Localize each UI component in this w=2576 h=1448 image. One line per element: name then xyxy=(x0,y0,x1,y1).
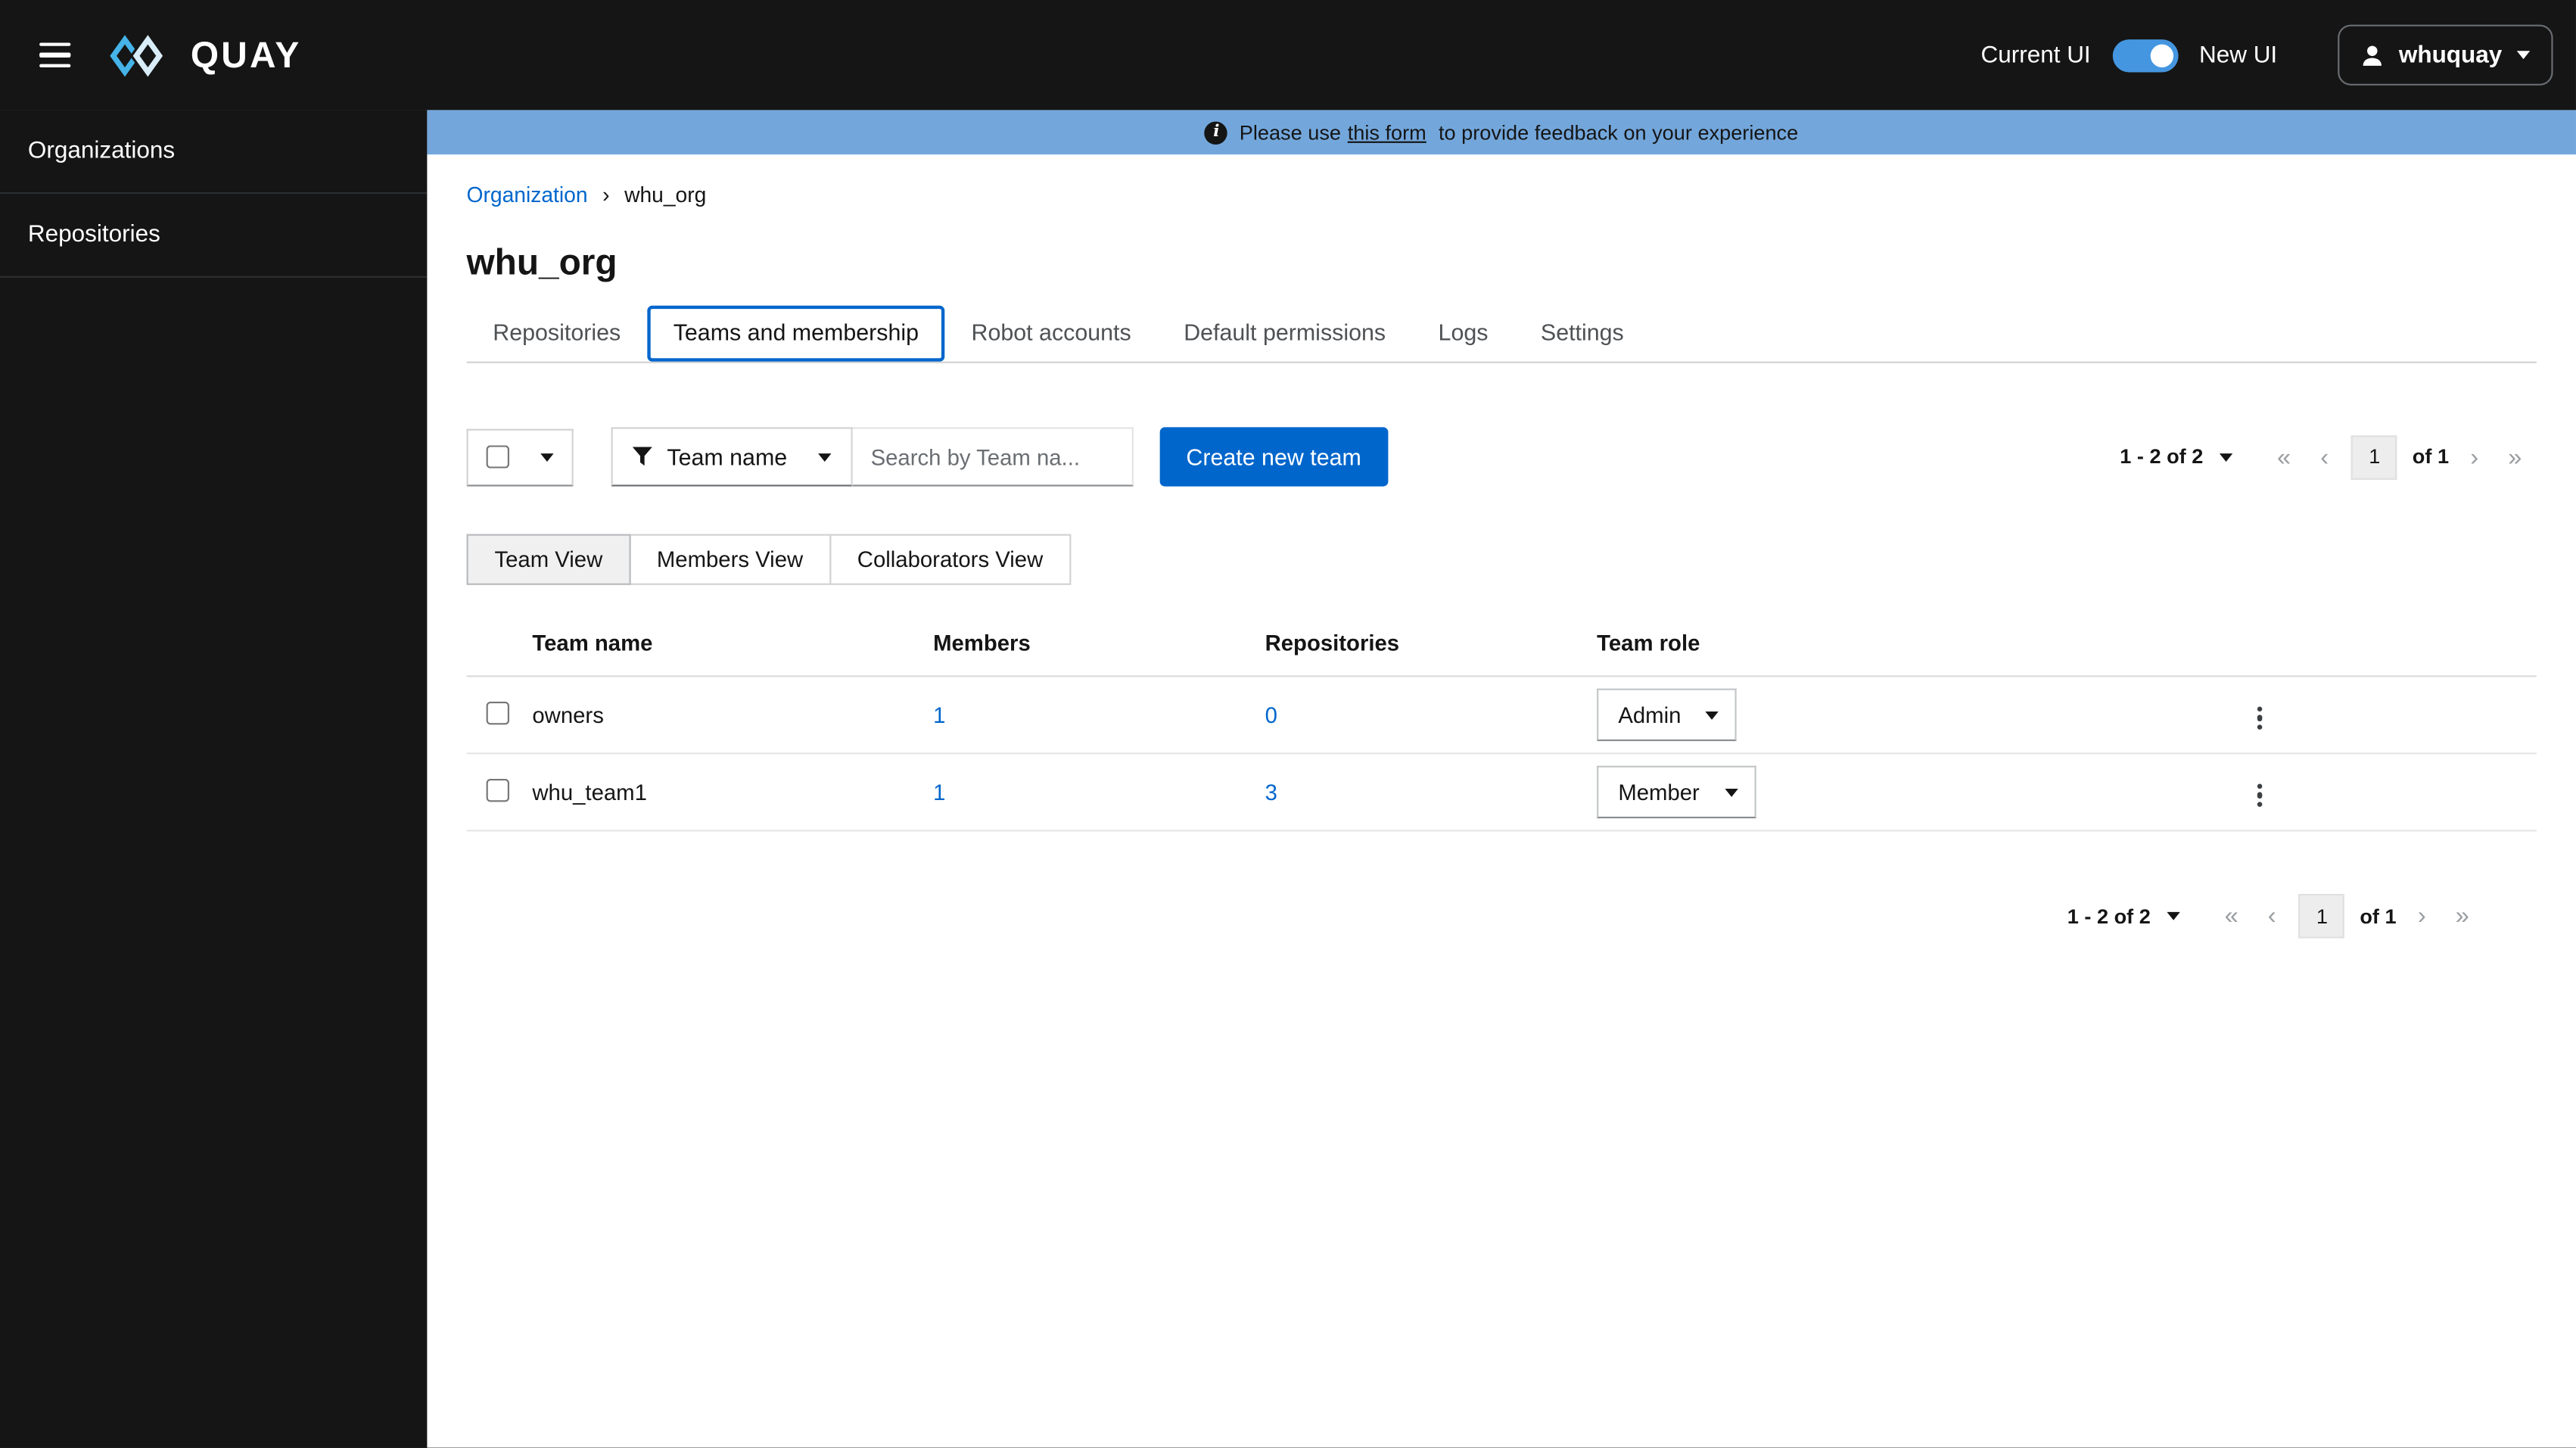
pagination-range-label[interactable]: 1 - 2 of 2 xyxy=(2120,445,2203,468)
team-role-value: Admin xyxy=(1618,702,1682,727)
sidebar: Organizations Repositories xyxy=(0,110,428,1448)
filter-icon xyxy=(632,447,652,466)
team-role-select[interactable]: Member xyxy=(1597,765,1756,819)
teams-toolbar: Team name Create new team 1 - 2 of 2 « ‹… xyxy=(466,427,2537,487)
banner-prefix: Please use xyxy=(1239,120,1342,144)
members-view-button[interactable]: Members View xyxy=(628,534,832,585)
table-row: whu_team1 1 3 Member xyxy=(466,754,2537,832)
tabs-bar: Repositories Teams and membership Robot … xyxy=(466,305,2537,363)
chevron-down-icon xyxy=(2220,453,2233,461)
username-label: whuquay xyxy=(2398,42,2503,69)
switch-knob xyxy=(2149,43,2173,67)
chevron-down-icon xyxy=(1705,710,1719,719)
bulk-select-dropdown[interactable] xyxy=(466,428,574,486)
page-number-input[interactable]: 1 xyxy=(2299,893,2345,939)
bottom-pagination-row: 1 - 2 of 2 « ‹ 1 of 1 › » xyxy=(467,893,2537,939)
breadcrumb: Organization › whu_org xyxy=(467,182,2537,207)
tab-repositories[interactable]: Repositories xyxy=(467,306,647,362)
breadcrumb-current: whu_org xyxy=(624,182,707,207)
ui-toggle-switch[interactable] xyxy=(2111,39,2178,72)
first-page-button[interactable]: « xyxy=(2210,904,2253,929)
tab-robot-accounts[interactable]: Robot accounts xyxy=(945,306,1158,362)
team-role-select[interactable]: Admin xyxy=(1597,688,1738,742)
select-all-checkbox[interactable] xyxy=(486,445,509,469)
banner-text: Please use this form to provide feedback … xyxy=(1240,121,1798,144)
quay-logo-icon xyxy=(107,30,166,80)
row-checkbox[interactable] xyxy=(486,700,509,724)
members-count-link[interactable]: 1 xyxy=(933,702,945,727)
tab-settings[interactable]: Settings xyxy=(1514,306,1650,362)
prev-page-button[interactable]: ‹ xyxy=(2253,904,2291,929)
first-page-button[interactable]: « xyxy=(2262,444,2305,469)
chevron-down-icon xyxy=(2516,51,2531,60)
banner-suffix: to provide feedback on your experience xyxy=(1433,120,1799,144)
main-content: i Please use this form to provide feedbac… xyxy=(427,110,2576,1448)
pagination-range-label[interactable]: 1 - 2 of 2 xyxy=(2067,905,2151,927)
header-team-name: Team name xyxy=(532,631,653,656)
row-checkbox[interactable] xyxy=(486,777,509,802)
page-title: whu_org xyxy=(466,241,618,283)
feedback-form-link[interactable]: this form xyxy=(1348,121,1426,144)
top-pagination: 1 - 2 of 2 « ‹ 1 of 1 › » xyxy=(2120,434,2537,479)
masthead: QUAY Current UI New UI whuquay xyxy=(0,0,2576,111)
team-role-value: Member xyxy=(1618,780,1700,805)
team-name-cell: owners xyxy=(532,702,604,727)
chevron-right-icon: › xyxy=(602,182,610,207)
organization-page: Organization › whu_org whu_org Repositor… xyxy=(427,154,2576,939)
create-new-team-button[interactable]: Create new team xyxy=(1159,427,1388,487)
collaborators-view-button[interactable]: Collaborators View xyxy=(829,534,1072,585)
filter-type-dropdown[interactable]: Team name xyxy=(611,427,853,487)
team-view-button[interactable]: Team View xyxy=(466,534,631,585)
new-ui-label: New UI xyxy=(2198,42,2278,69)
quay-app: QUAY Current UI New UI whuquay Organizat… xyxy=(0,0,2576,1448)
chevron-down-icon xyxy=(2167,911,2180,920)
sidebar-item-repositories[interactable]: Repositories xyxy=(0,194,428,278)
prev-page-button[interactable]: ‹ xyxy=(2306,444,2344,469)
brand-name: QUAY xyxy=(190,33,302,75)
next-page-button[interactable]: › xyxy=(2456,444,2494,469)
quay-logo[interactable]: QUAY xyxy=(107,30,302,80)
tab-default-permissions[interactable]: Default permissions xyxy=(1157,306,1411,362)
view-toggle-group: Team View Members View Collaborators Vie… xyxy=(466,534,2537,585)
team-actions-kebab-button[interactable] xyxy=(2244,775,2276,815)
header-repositories: Repositories xyxy=(1265,631,1400,656)
bottom-pagination: 1 - 2 of 2 « ‹ 1 of 1 › » xyxy=(2067,893,2484,939)
table-row: owners 1 0 Admin xyxy=(466,677,2537,755)
repositories-count-link[interactable]: 0 xyxy=(1265,702,1277,727)
team-name-cell: whu_team1 xyxy=(532,780,647,805)
members-count-link[interactable]: 1 xyxy=(933,780,945,805)
user-menu-button[interactable]: whuquay xyxy=(2338,24,2553,86)
total-pages-label: of 1 xyxy=(2412,445,2450,469)
current-ui-label: Current UI xyxy=(1980,42,2091,69)
teams-table: Team name Members Repositories Team role… xyxy=(466,612,2537,832)
page-number-input[interactable]: 1 xyxy=(2351,434,2398,479)
hamburger-icon xyxy=(39,42,71,68)
header-team-role: Team role xyxy=(1597,631,1700,656)
nav-toggle-button[interactable] xyxy=(26,23,84,88)
info-icon: i xyxy=(1205,120,1228,144)
last-page-button[interactable]: » xyxy=(2441,904,2484,929)
tab-logs[interactable]: Logs xyxy=(1412,306,1514,362)
team-search-input[interactable] xyxy=(852,427,1134,487)
user-icon xyxy=(2363,45,2382,65)
info-banner: i Please use this form to provide feedbac… xyxy=(427,110,2576,155)
masthead-controls: Current UI New UI whuquay xyxy=(1980,24,2553,86)
table-header-row: Team name Members Repositories Team role xyxy=(466,612,2537,677)
chevron-down-icon xyxy=(1724,787,1738,796)
last-page-button[interactable]: » xyxy=(2494,444,2537,469)
total-pages-label: of 1 xyxy=(2360,905,2397,928)
team-actions-kebab-button[interactable] xyxy=(2244,698,2276,738)
tab-teams-and-membership[interactable]: Teams and membership xyxy=(646,305,945,362)
chevron-down-icon xyxy=(818,453,832,461)
sidebar-item-organizations[interactable]: Organizations xyxy=(0,110,428,195)
chevron-down-icon xyxy=(540,453,554,461)
breadcrumb-organization-link[interactable]: Organization xyxy=(467,182,588,207)
filter-type-label: Team name xyxy=(667,444,788,470)
repositories-count-link[interactable]: 3 xyxy=(1265,780,1277,805)
header-members: Members xyxy=(933,631,1031,656)
next-page-button[interactable]: › xyxy=(2403,904,2441,929)
